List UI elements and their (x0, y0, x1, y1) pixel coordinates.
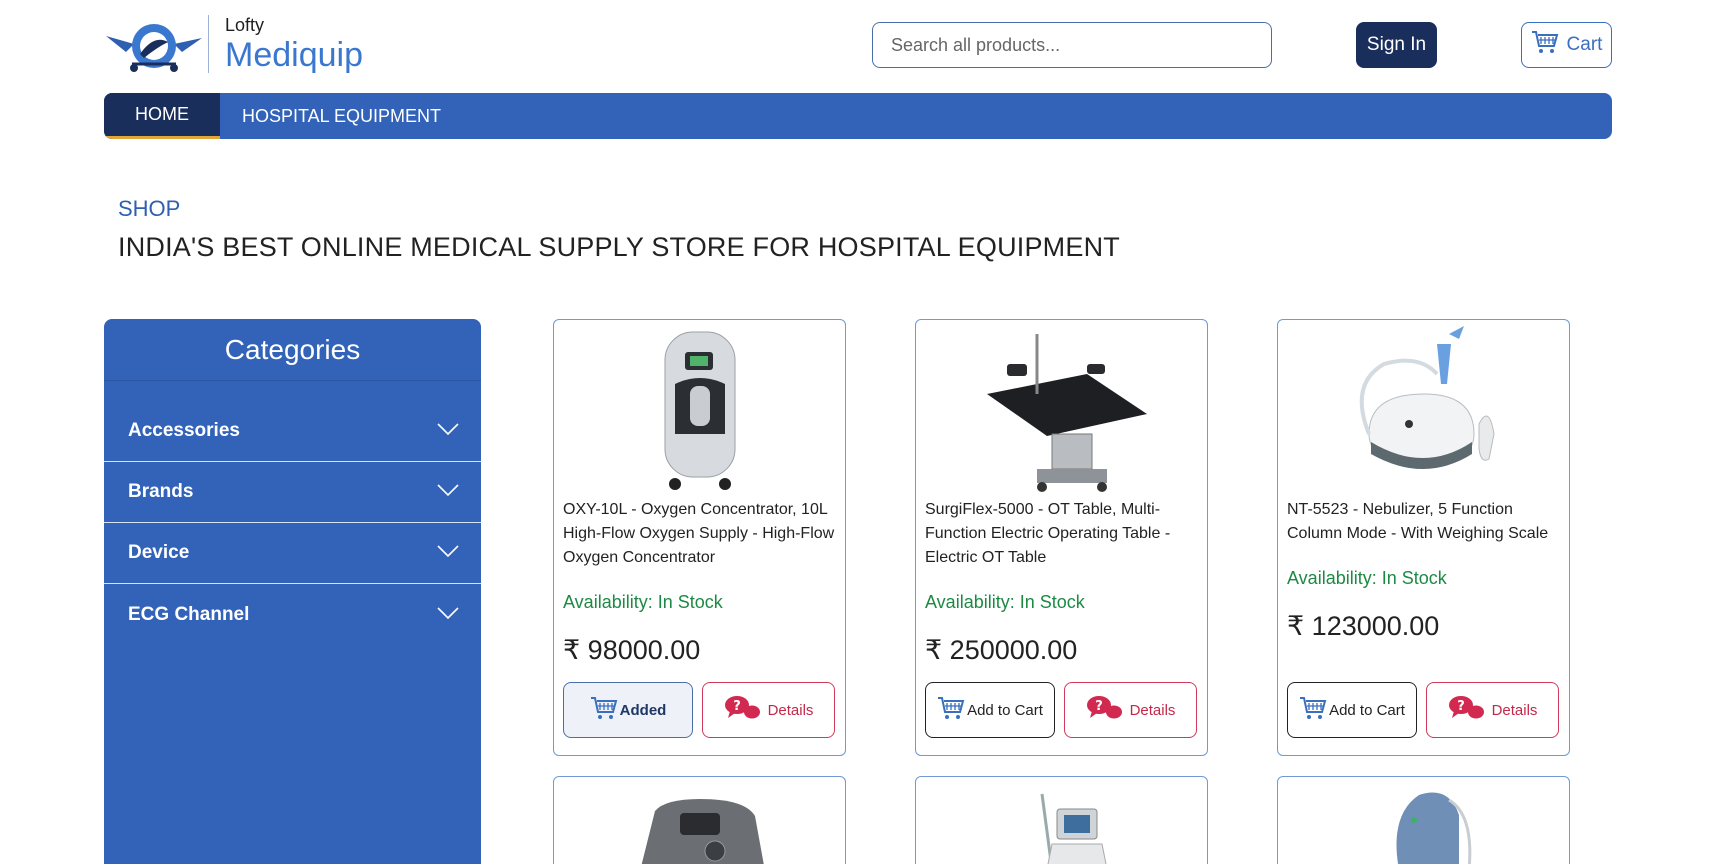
product-price: ₹ 123000.00 (1287, 611, 1440, 641)
svg-text:?: ? (1095, 699, 1103, 714)
product-actions: Added ? Details (563, 682, 835, 738)
chat-question-icon: ? (724, 694, 762, 726)
shop-label: SHOP (118, 196, 181, 221)
product-card[interactable]: OXY-10L - Oxygen Concentrator, 10L High-… (553, 319, 846, 756)
product-card[interactable] (915, 776, 1208, 864)
category-list: Accessories Brands Device ECG Channel (104, 401, 481, 645)
chat-question-icon: ? (1086, 694, 1124, 726)
chevron-down-icon (437, 542, 459, 564)
categories-sidebar: Categories Accessories Brands Device ECG… (104, 319, 481, 864)
svg-text:?: ? (1457, 699, 1465, 714)
product-image[interactable] (554, 777, 845, 864)
categories-title: Categories (104, 319, 481, 381)
product-image[interactable] (554, 320, 845, 498)
search-input[interactable] (872, 22, 1272, 68)
product-card[interactable] (553, 776, 846, 864)
product-card[interactable]: SurgiFlex-5000 - OT Table, Multi-Functio… (915, 319, 1208, 756)
details-button-label: Details (767, 701, 814, 719)
category-label: Accessories (128, 420, 240, 441)
details-button[interactable]: ? Details (1064, 682, 1197, 738)
logo-brand-text: Mediquip (225, 36, 363, 74)
product-actions: Add to Cart ? Details (1287, 682, 1559, 738)
cart-icon (590, 695, 618, 725)
details-button[interactable]: ? Details (702, 682, 835, 738)
logo-divider (208, 15, 209, 73)
nav-item-home[interactable]: HOME (104, 93, 220, 139)
category-accessories[interactable]: Accessories (104, 401, 481, 462)
hearing-aid-image (1396, 792, 1471, 864)
sign-in-button[interactable]: Sign In (1356, 22, 1437, 68)
category-label: Brands (128, 481, 194, 502)
chevron-down-icon (437, 604, 459, 626)
nebulizer-image (1359, 326, 1495, 469)
cart-button-label: Added (619, 701, 667, 719)
logo-small-text: Lofty (225, 15, 265, 35)
main-nav: HOME HOSPITAL EQUIPMENT (104, 93, 1612, 139)
category-label: ECG Channel (128, 603, 250, 625)
product-name[interactable]: OXY-10L - Oxygen Concentrator, 10L High-… (554, 498, 845, 570)
laser-device-image (1040, 793, 1107, 864)
category-ecg-channel[interactable]: ECG Channel (104, 584, 481, 645)
details-button-label: Details (1491, 701, 1538, 719)
oxygen-concentrator-image (664, 331, 735, 490)
chevron-down-icon (437, 420, 459, 442)
header-cart-label: Cart (1566, 34, 1603, 55)
add-to-cart-button[interactable]: Add to Cart (925, 682, 1055, 738)
cart-icon (937, 695, 965, 725)
add-to-cart-button[interactable]: Add to Cart (1287, 682, 1417, 738)
product-card[interactable]: NT-5523 - Nebulizer, 5 Function Column M… (1277, 319, 1570, 756)
product-actions: Add to Cart ? Details (925, 682, 1197, 738)
product-card[interactable] (1277, 776, 1570, 864)
svg-text:?: ? (733, 699, 741, 714)
details-button[interactable]: ? Details (1426, 682, 1559, 738)
logo-mark-icon (104, 14, 204, 74)
chat-question-icon: ? (1448, 694, 1486, 726)
product-availability: Availability: In Stock (563, 592, 723, 612)
added-to-cart-button[interactable]: Added (563, 682, 693, 738)
cart-icon (1299, 695, 1327, 725)
cart-button-label: Add to Cart (967, 701, 1043, 719)
product-availability: Availability: In Stock (925, 592, 1085, 612)
nav-item-hospital-equipment[interactable]: HOSPITAL EQUIPMENT (220, 93, 463, 139)
category-brands[interactable]: Brands (104, 462, 481, 523)
product-image[interactable] (1278, 777, 1569, 864)
product-price: ₹ 98000.00 (563, 635, 701, 665)
product-image[interactable] (916, 777, 1207, 864)
product-image[interactable] (1278, 320, 1569, 498)
page-title: INDIA'S BEST ONLINE MEDICAL SUPPLY STORE… (118, 232, 1120, 262)
logo-text: Lofty Mediquip (225, 16, 363, 72)
product-name[interactable]: SurgiFlex-5000 - OT Table, Multi-Functio… (916, 498, 1207, 570)
cpap-machine-image (641, 799, 764, 864)
product-name[interactable]: NT-5523 - Nebulizer, 5 Function Column M… (1278, 498, 1569, 546)
category-label: Device (128, 542, 190, 563)
header-cart-button[interactable]: Cart (1521, 22, 1612, 68)
chevron-down-icon (437, 481, 459, 503)
operating-table-image (986, 334, 1147, 492)
product-image[interactable] (916, 320, 1207, 498)
cart-icon (1531, 29, 1559, 61)
logo[interactable]: Lofty Mediquip (104, 14, 363, 74)
product-availability: Availability: In Stock (1287, 568, 1447, 588)
product-price: ₹ 250000.00 (925, 635, 1078, 665)
cart-button-label: Add to Cart (1329, 701, 1405, 719)
details-button-label: Details (1129, 701, 1176, 719)
category-device[interactable]: Device (104, 523, 481, 584)
site-header: Lofty Mediquip Sign In Cart (0, 0, 1713, 90)
